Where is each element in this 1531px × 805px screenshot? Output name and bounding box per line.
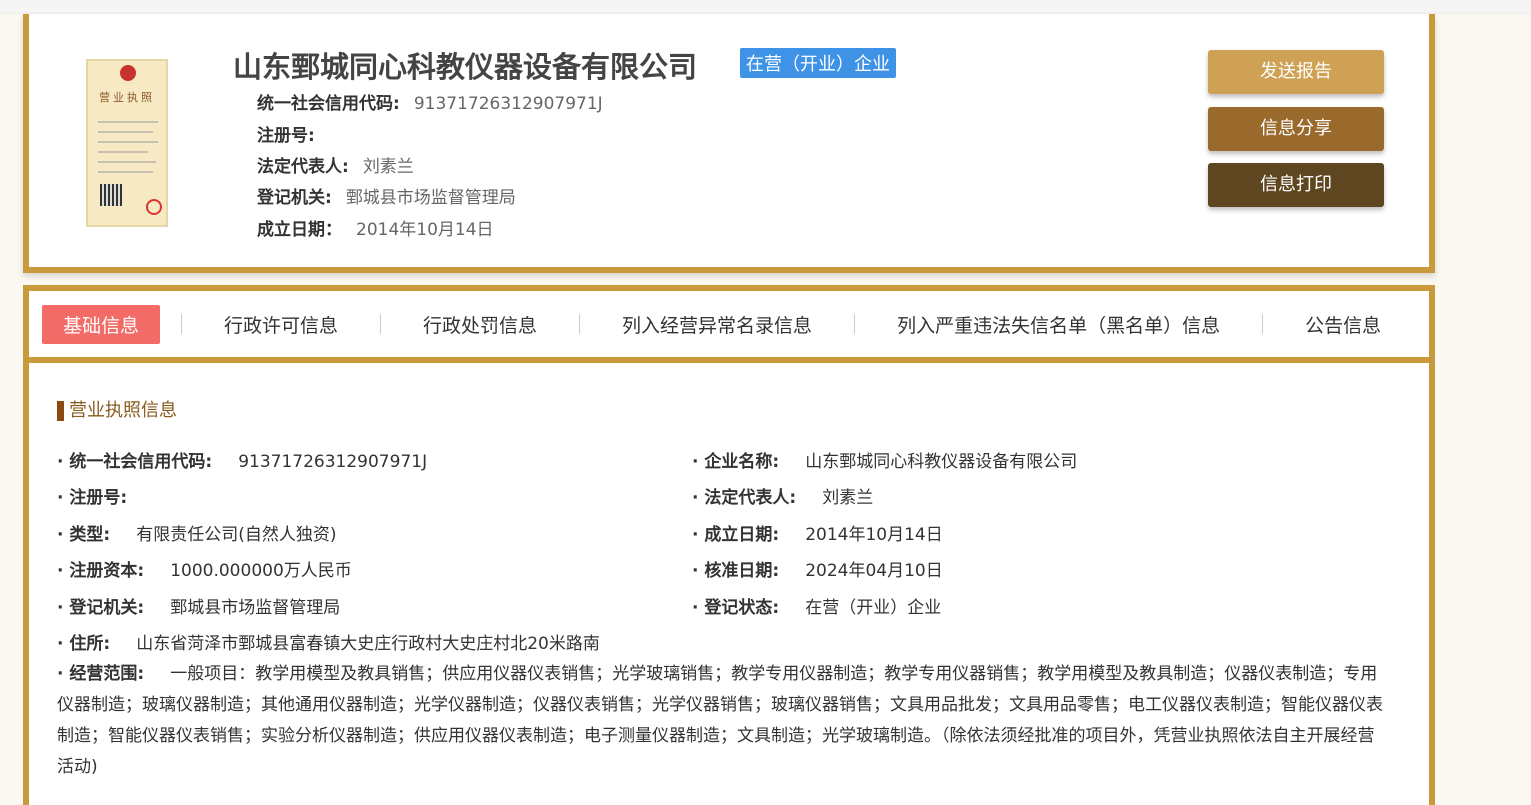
summary-credit-code: 统一社会信用代码: 91371726312907971J [257, 94, 603, 114]
field-company-name: 企业名称:山东鄄城同心科教仪器设备有限公司 [692, 447, 1077, 472]
field-capital: 注册资本:1000.000000万人民币 [57, 556, 352, 581]
national-emblem-icon [120, 65, 136, 81]
summary-legal-rep: 法定代表人: 刘素兰 [257, 157, 414, 177]
company-header-card: 营业执照 山东鄄城同心科教仪器设备有限公司 在营（开业）企业 统一社会信用代码:… [23, 14, 1435, 273]
summary-authority: 登记机关: 鄄城县市场监督管理局 [257, 188, 516, 208]
top-strip [0, 0, 1531, 14]
tab-bar: 基础信息 行政许可信息 行政处罚信息 列入经营异常名录信息 列入严重违法失信名单… [29, 291, 1429, 363]
send-report-button[interactable]: 发送报告 [1208, 50, 1384, 94]
field-type: 类型:有限责任公司(自然人独资) [57, 520, 336, 545]
tab-blacklist[interactable]: 列入严重违法失信名单（黑名单）信息 [876, 305, 1241, 344]
field-approval-date: 核准日期:2024年04月10日 [692, 556, 943, 581]
field-credit-code: 统一社会信用代码:91371726312907971J [57, 447, 427, 472]
field-founded: 成立日期:2014年10月14日 [692, 520, 943, 545]
tab-abnormal-list[interactable]: 列入经营异常名录信息 [601, 305, 833, 344]
tab-announcements[interactable]: 公告信息 [1284, 305, 1402, 344]
license-image-title: 营业执照 [99, 91, 155, 104]
field-business-scope: 经营范围:一般项目：教学用模型及教具销售；供应用仪器仪表销售；光学玻璃销售；教学… [57, 659, 1387, 783]
section-title: 营业执照信息 [57, 401, 177, 421]
summary-reg-no: 注册号: [257, 126, 315, 146]
seal-icon [146, 199, 162, 215]
field-address: 住所:山东省菏泽市鄄城县富春镇大史庄行政村大史庄村北20米路南 [57, 629, 600, 654]
field-authority: 登记机关:鄄城县市场监督管理局 [57, 593, 340, 618]
business-license-image[interactable]: 营业执照 [86, 59, 168, 227]
tab-admin-permit[interactable]: 行政许可信息 [203, 305, 359, 344]
share-button[interactable]: 信息分享 [1208, 107, 1384, 151]
qr-code-icon [100, 184, 122, 206]
field-reg-status: 登记状态:在营（开业）企业 [692, 593, 941, 618]
summary-founded: 成立日期： 2014年10月14日 [257, 220, 494, 240]
field-legal-rep: 法定代表人:刘素兰 [692, 483, 873, 508]
company-name: 山东鄄城同心科教仪器设备有限公司 [233, 50, 698, 84]
tab-basic-info[interactable]: 基础信息 [42, 304, 161, 344]
detail-card: 基础信息 行政许可信息 行政处罚信息 列入经营异常名录信息 列入严重违法失信名单… [23, 285, 1435, 805]
field-reg-no: 注册号: [57, 483, 153, 508]
status-badge: 在营（开业）企业 [740, 48, 896, 78]
tab-admin-penalty[interactable]: 行政处罚信息 [402, 305, 558, 344]
print-button[interactable]: 信息打印 [1208, 163, 1384, 207]
